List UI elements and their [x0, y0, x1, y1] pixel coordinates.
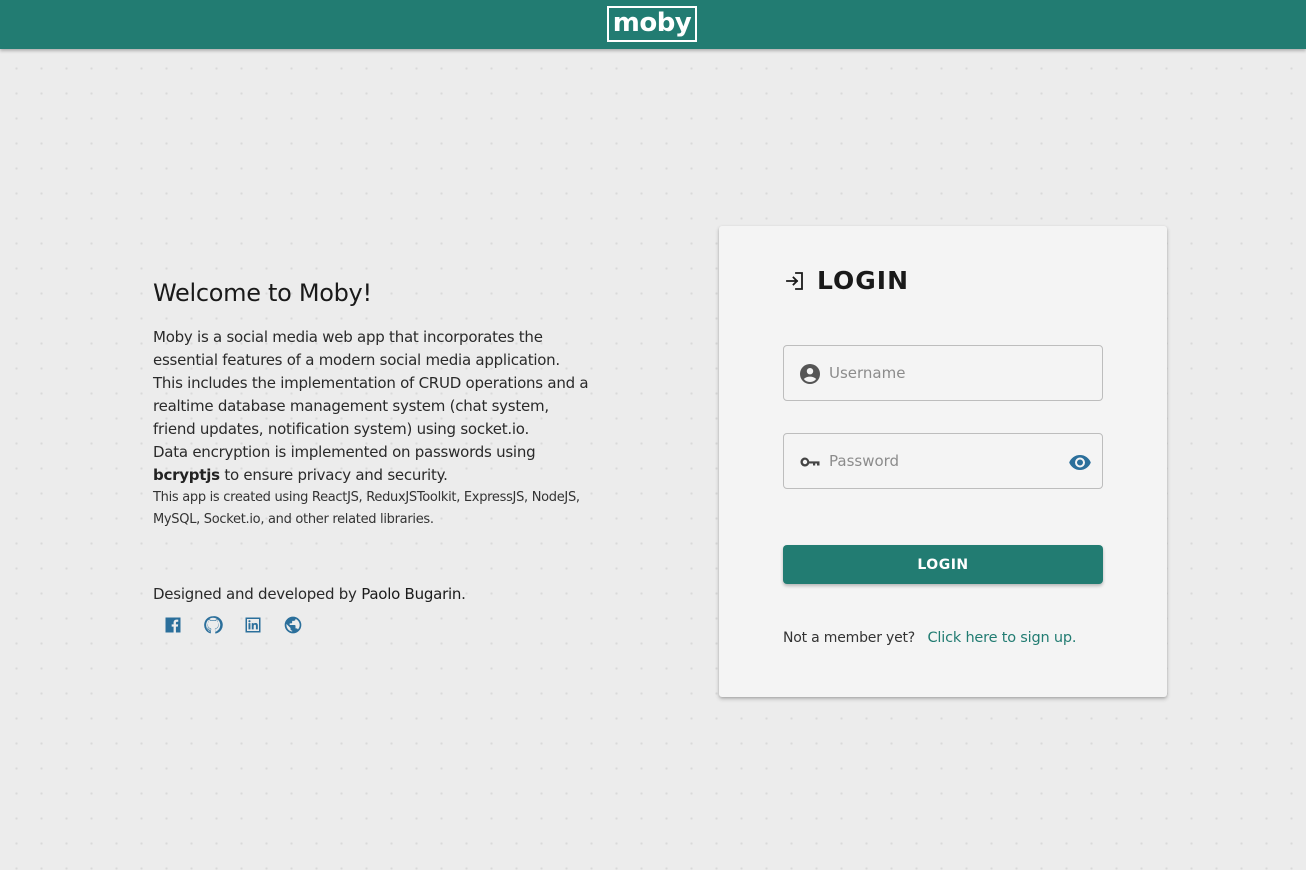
- encryption-note-suffix: to ensure privacy and security.: [219, 466, 448, 484]
- credit-suffix: .: [461, 585, 466, 603]
- signup-question: Not a member yet?: [783, 630, 916, 646]
- bcryptjs-label: bcryptjs: [153, 466, 220, 484]
- encryption-note: Data encryption is implemented on passwo…: [153, 441, 593, 487]
- facebook-icon[interactable]: [163, 615, 183, 635]
- signup-row: Not a member yet? Click here to sign up.: [783, 630, 1076, 646]
- credit-prefix: Designed and developed by: [153, 585, 362, 603]
- welcome-title: Welcome to Moby!: [153, 279, 372, 307]
- tech-stack-note: This app is created using ReactJS, Redux…: [153, 490, 580, 527]
- top-navbar: moby: [0, 0, 1306, 49]
- eye-icon[interactable]: [1068, 450, 1092, 474]
- signup-link[interactable]: Click here to sign up.: [927, 630, 1076, 646]
- login-heading: LOGIN: [783, 266, 909, 295]
- password-field[interactable]: [783, 433, 1103, 489]
- app-description: Moby is a social media web app that inco…: [153, 328, 589, 438]
- encryption-note-prefix: Data encryption is implemented on passwo…: [153, 443, 536, 461]
- account-circle-icon: [798, 362, 822, 386]
- login-button[interactable]: LOGIN: [783, 545, 1103, 584]
- globe-icon[interactable]: [283, 615, 303, 635]
- github-icon[interactable]: [203, 615, 223, 635]
- linkedin-icon[interactable]: [243, 615, 263, 635]
- credit-line: Designed and developed by Paolo Bugarin.: [153, 584, 466, 604]
- username-field[interactable]: [783, 345, 1103, 401]
- moby-logo[interactable]: moby: [607, 6, 697, 42]
- intro-section: Welcome to Moby! Moby is a social media …: [153, 278, 593, 531]
- login-arrow-icon: [786, 271, 803, 290]
- key-icon: [798, 450, 822, 474]
- login-title: LOGIN: [817, 266, 910, 295]
- developer-name: Paolo Bugarin: [361, 585, 462, 603]
- username-input[interactable]: [829, 346, 1059, 400]
- login-card: LOGIN LOGIN Not a member yet? Click here…: [719, 226, 1167, 697]
- password-input[interactable]: [829, 434, 1059, 488]
- social-links: [163, 615, 303, 635]
